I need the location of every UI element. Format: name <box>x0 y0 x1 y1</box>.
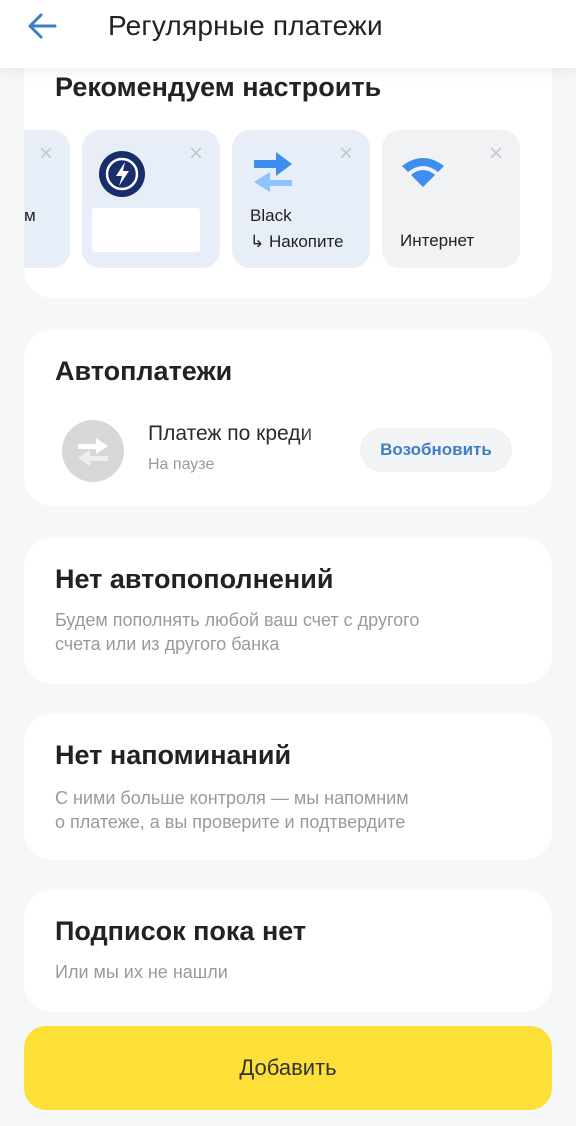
recommend-title: Рекомендуем настроить <box>55 72 382 102</box>
topups-subtitle-line2: счета или из другого банка <box>55 634 280 654</box>
close-icon[interactable]: × <box>336 142 356 166</box>
reminders-subtitle-line1: С ними больше контроля — мы напомним <box>55 788 409 808</box>
tile-sublabel: ↳ Накопите <box>250 232 344 251</box>
recommend-tile[interactable]: × <box>82 130 220 268</box>
subscriptions-title: Подписок пока нет <box>55 916 307 946</box>
top-bar: Регулярные платежи <box>0 0 576 68</box>
tile-label: Black <box>250 206 292 225</box>
hidden-label-block <box>92 208 200 252</box>
wifi-icon <box>402 158 444 187</box>
transfer-arrows-icon <box>254 152 292 192</box>
close-icon[interactable]: × <box>486 142 506 166</box>
recommend-tile[interactable]: × Black ↳ Накопите <box>232 130 370 268</box>
topups-title: Нет автопополнений <box>55 564 334 594</box>
renew-button[interactable]: Возобновить <box>360 428 512 472</box>
subscriptions-card[interactable]: Подписок пока нет Или мы их не нашли <box>24 890 552 1012</box>
autopay-item-name[interactable]: Платеж по креди <box>148 422 338 446</box>
recommend-tile[interactable]: × Интернет <box>382 130 520 268</box>
reminders-card[interactable]: Нет напоминаний С ними больше контроля —… <box>24 714 552 860</box>
tile-label: Интернет <box>400 231 475 250</box>
subscriptions-subtitle: Или мы их не нашли <box>55 962 228 982</box>
recommend-card: Рекомендуем настроить × м × × Black ↳ На… <box>24 58 552 298</box>
add-button[interactable]: Добавить <box>24 1026 552 1110</box>
reminders-title: Нет напоминаний <box>55 740 292 770</box>
autopay-title: Автоплатежи <box>55 356 233 386</box>
topups-card[interactable]: Нет автопополнений Будем пополнять любой… <box>24 538 552 684</box>
tile-label: м <box>24 206 36 225</box>
autopay-item-status: На паузе <box>148 456 215 473</box>
autopay-card: Автоплатежи Платеж по креди На паузе Воз… <box>24 330 552 506</box>
page-title: Регулярные платежи <box>108 10 383 41</box>
topups-subtitle-line1: Будем пополнять любой ваш счет с другого <box>55 610 420 630</box>
back-button[interactable] <box>22 8 62 44</box>
close-icon[interactable]: × <box>186 142 206 166</box>
reminders-subtitle-line2: о платеже, а вы проверите и подтвердите <box>55 812 406 832</box>
brand-logo-icon <box>99 151 145 197</box>
autopay-item-icon <box>62 420 124 482</box>
transfer-arrows-icon <box>78 438 108 466</box>
recommend-tile[interactable]: × м <box>24 130 70 268</box>
close-icon[interactable]: × <box>36 142 56 166</box>
arrow-left-icon <box>28 13 57 39</box>
